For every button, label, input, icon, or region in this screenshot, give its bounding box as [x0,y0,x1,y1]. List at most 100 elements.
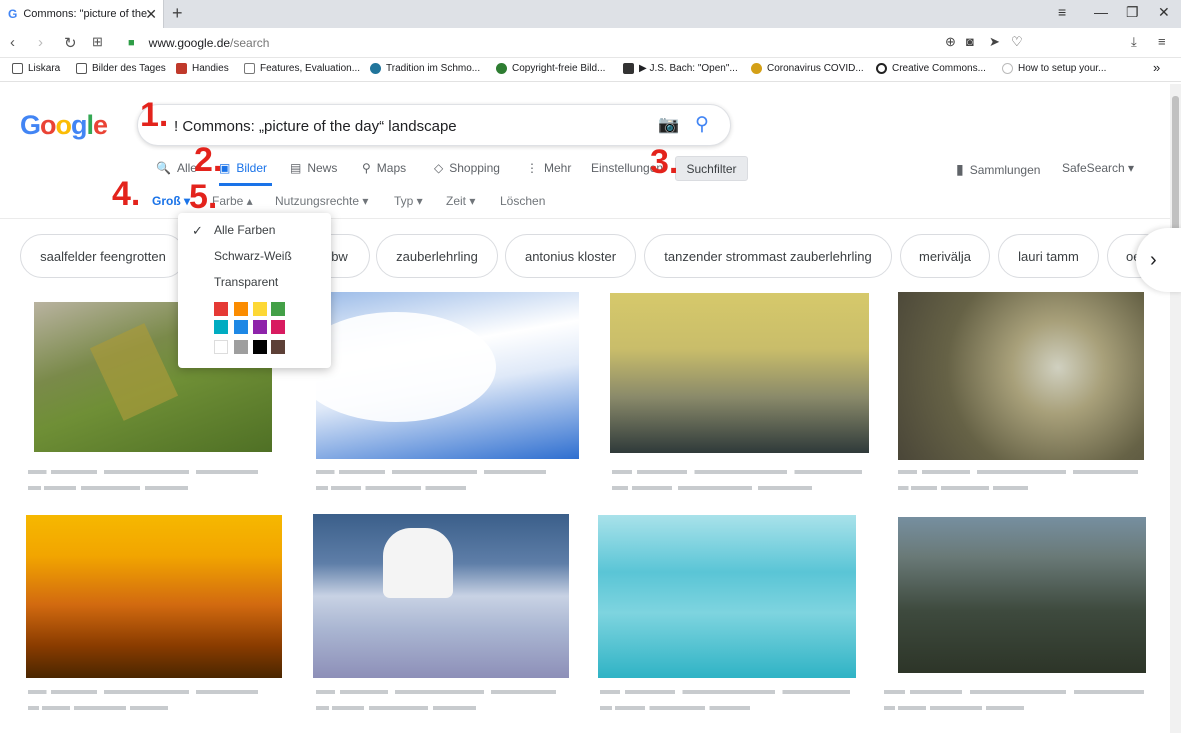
bookmarks-bar: Liskara Bilder des Tages Handies Feature… [0,58,1181,82]
tab-maps[interactable]: ⚲ Maps [362,161,406,175]
bookmark-item[interactable]: Handies [176,63,229,74]
restore-icon[interactable]: ❐ [1126,4,1139,21]
search-box[interactable]: ! Commons: „picture of the day“ landscap… [137,104,731,146]
color-swatch[interactable] [253,302,267,316]
image-caption [28,690,258,694]
bookmark-favicon-icon [751,63,762,74]
bookmark-item[interactable]: ▶ J.S. Bach: "Open"... [623,63,738,74]
scrollbar-thumb[interactable] [1172,96,1179,246]
suchfilter-button[interactable]: Suchfilter [675,156,748,181]
reload-icon[interactable]: ↻ [64,34,77,52]
sammlungen-link[interactable]: ▮ Sammlungen [956,161,1040,178]
image-result[interactable] [26,515,282,678]
filter-color[interactable]: Farbe ▴ [212,194,253,208]
filter-size[interactable]: Groß ▾ [152,194,190,208]
search-icon[interactable]: ⚲ [695,113,709,136]
image-caption [884,690,1144,694]
tab-mehr[interactable]: ⋮ Mehr [526,161,571,175]
bookmark-item[interactable]: How to setup your... [1002,63,1106,74]
safesearch-dropdown[interactable]: SafeSearch ▾ [1062,161,1134,175]
image-result[interactable] [598,515,856,678]
browser-tab[interactable]: G Commons: "picture of the ✕ [0,0,164,28]
bookmark-item[interactable]: Features, Evaluation... [244,63,360,74]
color-swatch[interactable] [253,320,267,334]
color-swatch[interactable] [271,320,285,334]
bookmark-item[interactable]: Bilder des Tages [76,63,166,74]
color-swatch[interactable] [253,340,267,354]
bookmark-item[interactable]: Tradition im Schmo... [370,63,480,74]
image-source [28,486,188,490]
image-result[interactable] [313,514,569,678]
color-swatch[interactable] [214,320,228,334]
color-swatch[interactable] [234,302,248,316]
minimize-icon[interactable]: — [1094,4,1108,20]
camera-icon[interactable]: ◙ [966,34,974,49]
filter-usage-rights[interactable]: Nutzungsrechte ▾ [275,194,368,208]
filter-type[interactable]: Typ ▾ [394,194,423,208]
color-swatch[interactable] [234,320,248,334]
download-icon[interactable]: ⤓ [1131,34,1137,50]
folder-icon [76,63,87,74]
tag-icon: ◇ [434,161,444,175]
send-icon[interactable]: ➤ [989,34,1000,50]
zoom-icon[interactable]: ⊕ [945,34,956,50]
bookmark-item[interactable]: Copyright-freie Bild... [496,63,605,74]
grid-icon[interactable]: ⊞ [92,34,103,50]
image-source [898,486,1028,490]
url-bar[interactable]: ■ www.google.de/search [128,32,1028,54]
bookmark-favicon-icon [496,63,507,74]
image-source [884,706,1024,710]
image-caption [612,470,862,474]
filter-clear[interactable]: Löschen [500,194,545,208]
bookmark-icon: ▮ [956,161,964,177]
annotation-5: 5. [189,178,218,216]
tab-alle[interactable]: 🔍 Alle [156,161,197,175]
close-window-icon[interactable]: ✕ [1158,4,1170,21]
related-chip[interactable]: zauberlehrling [376,234,498,278]
color-swatch[interactable] [214,302,228,316]
bookmark-item[interactable]: Liskara [12,63,60,74]
google-logo[interactable]: Google [20,110,108,141]
color-swatch[interactable] [271,302,285,316]
image-caption [316,470,546,474]
related-chip[interactable]: saalfelder feengrotten [20,234,186,278]
filter-time[interactable]: Zeit ▾ [446,194,475,208]
image-source [600,706,750,710]
header-divider [0,218,1170,219]
image-result[interactable] [316,292,579,459]
image-caption [600,690,850,694]
heart-icon[interactable]: ♡ [1011,34,1023,50]
vertical-scrollbar[interactable] [1170,84,1181,733]
tab-search-icon[interactable]: ≡ [1058,4,1066,20]
creative-commons-icon [876,63,887,74]
search-input[interactable]: ! Commons: „picture of the day“ landscap… [174,118,457,135]
color-swatch[interactable] [234,340,248,354]
image-result[interactable] [898,292,1144,460]
image-result[interactable] [610,293,869,453]
tab-news[interactable]: ▤ News [290,161,337,175]
menu-item-all-colors[interactable]: Alle Farben [214,223,275,237]
menu-icon[interactable]: ≡ [1158,34,1166,49]
check-icon: ✓ [192,223,203,238]
image-caption [28,470,258,474]
forward-icon[interactable]: › [38,34,43,51]
annotation-4: 4. [112,175,141,213]
color-swatch[interactable] [271,340,285,354]
bookmark-item[interactable]: Creative Commons... [876,63,986,74]
related-chip[interactable]: tanzender strommast zauberlehrling [644,234,892,278]
close-tab-icon[interactable]: ✕ [145,6,157,23]
tab-shopping[interactable]: ◇ Shopping [434,161,500,175]
bookmarks-overflow-icon[interactable]: » [1153,60,1160,75]
image-result[interactable] [898,517,1146,673]
related-chip[interactable]: merivälja [900,234,990,278]
related-chip[interactable]: lauri tamm [998,234,1099,278]
color-swatch[interactable] [214,340,228,354]
camera-icon[interactable]: 📷 [658,115,679,135]
related-chip[interactable]: antonius kloster [505,234,636,278]
menu-item-transparent[interactable]: Transparent [214,275,278,289]
new-tab-icon[interactable]: + [172,3,183,24]
back-icon[interactable]: ‹ [10,34,15,51]
bookmark-item[interactable]: Coronavirus COVID... [751,63,864,74]
tab-bilder[interactable]: ▣ Bilder [219,161,267,175]
menu-item-black-white[interactable]: Schwarz-Weiß [214,249,292,263]
